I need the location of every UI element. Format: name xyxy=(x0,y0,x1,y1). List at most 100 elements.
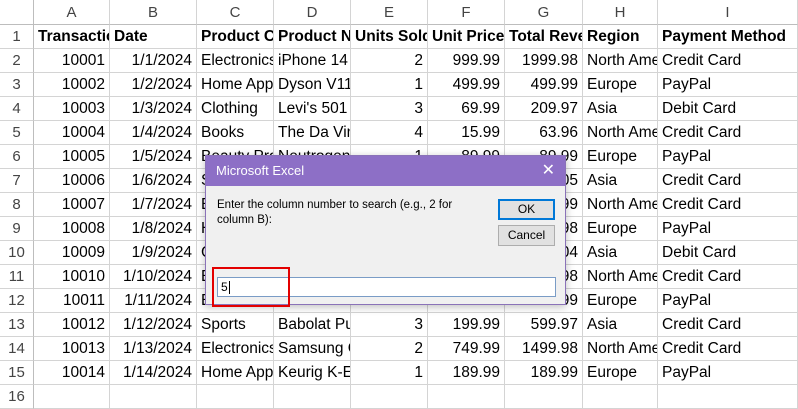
table-cell[interactable]: Levi's 501 xyxy=(274,97,351,121)
table-cell[interactable]: Electronics xyxy=(197,337,274,361)
table-cell[interactable]: 3 xyxy=(351,313,428,337)
table-cell[interactable] xyxy=(110,385,197,409)
table-cell[interactable]: Europe xyxy=(583,145,658,169)
table-cell[interactable]: 10008 xyxy=(34,217,110,241)
table-cell[interactable]: North America xyxy=(583,121,658,145)
table-cell[interactable]: Asia xyxy=(583,313,658,337)
table-cell[interactable] xyxy=(351,385,428,409)
table-cell[interactable]: iPhone 14 xyxy=(274,49,351,73)
column-header-e[interactable]: E xyxy=(351,0,428,25)
table-cell[interactable]: Debit Card xyxy=(658,241,798,265)
table-cell[interactable]: PayPal xyxy=(658,217,798,241)
table-cell[interactable]: 1/7/2024 xyxy=(110,193,197,217)
table-cell[interactable]: North America xyxy=(583,49,658,73)
column-header-f[interactable]: F xyxy=(428,0,505,25)
row-header-8[interactable]: 8 xyxy=(0,193,34,217)
table-cell[interactable]: 10004 xyxy=(34,121,110,145)
table-cell[interactable]: 199.99 xyxy=(428,313,505,337)
table-cell[interactable]: 10003 xyxy=(34,97,110,121)
table-cell[interactable]: Asia xyxy=(583,169,658,193)
table-cell[interactable]: 10001 xyxy=(34,49,110,73)
header-cell[interactable]: Region xyxy=(583,25,658,49)
header-cell[interactable]: Date xyxy=(110,25,197,49)
row-header-4[interactable]: 4 xyxy=(0,97,34,121)
table-cell[interactable]: 10014 xyxy=(34,361,110,385)
table-cell[interactable]: 1/4/2024 xyxy=(110,121,197,145)
row-header-1[interactable]: 1 xyxy=(0,25,34,49)
table-cell[interactable]: 2 xyxy=(351,337,428,361)
table-cell[interactable]: 499.99 xyxy=(505,73,583,97)
row-header-14[interactable]: 14 xyxy=(0,337,34,361)
table-cell[interactable]: Credit Card xyxy=(658,169,798,193)
table-cell[interactable]: Sports xyxy=(197,313,274,337)
table-cell[interactable]: Europe xyxy=(583,217,658,241)
table-cell[interactable]: North America xyxy=(583,193,658,217)
table-cell[interactable]: Credit Card xyxy=(658,265,798,289)
table-cell[interactable]: 10012 xyxy=(34,313,110,337)
table-cell[interactable]: 1 xyxy=(351,361,428,385)
header-cell[interactable]: Units Sold xyxy=(351,25,428,49)
table-cell[interactable]: 1/6/2024 xyxy=(110,169,197,193)
table-cell[interactable]: 1/10/2024 xyxy=(110,265,197,289)
table-cell[interactable]: 10011 xyxy=(34,289,110,313)
table-cell[interactable] xyxy=(428,385,505,409)
row-header-7[interactable]: 7 xyxy=(0,169,34,193)
table-cell[interactable]: Credit Card xyxy=(658,193,798,217)
table-cell[interactable]: 10010 xyxy=(34,265,110,289)
table-cell[interactable]: 1499.98 xyxy=(505,337,583,361)
row-header-6[interactable]: 6 xyxy=(0,145,34,169)
row-header-11[interactable]: 11 xyxy=(0,265,34,289)
row-header-16[interactable]: 16 xyxy=(0,385,34,409)
row-header-3[interactable]: 3 xyxy=(0,73,34,97)
table-cell[interactable]: Europe xyxy=(583,289,658,313)
dialog-title-bar[interactable]: Microsoft Excel xyxy=(206,156,565,186)
table-cell[interactable]: 10002 xyxy=(34,73,110,97)
table-cell[interactable]: 599.97 xyxy=(505,313,583,337)
row-header-12[interactable]: 12 xyxy=(0,289,34,313)
table-cell[interactable] xyxy=(658,385,798,409)
table-cell[interactable]: 63.96 xyxy=(505,121,583,145)
row-header-10[interactable]: 10 xyxy=(0,241,34,265)
table-cell[interactable]: 1999.98 xyxy=(505,49,583,73)
table-cell[interactable]: Samsung Galaxy xyxy=(274,337,351,361)
table-cell[interactable]: Clothing xyxy=(197,97,274,121)
table-cell[interactable]: 1/2/2024 xyxy=(110,73,197,97)
table-cell[interactable]: 1/3/2024 xyxy=(110,97,197,121)
table-cell[interactable] xyxy=(197,385,274,409)
table-cell[interactable]: Asia xyxy=(583,97,658,121)
table-cell[interactable]: 1/8/2024 xyxy=(110,217,197,241)
header-cell[interactable]: Unit Price xyxy=(428,25,505,49)
table-cell[interactable] xyxy=(505,385,583,409)
row-header-2[interactable]: 2 xyxy=(0,49,34,73)
table-cell[interactable] xyxy=(34,385,110,409)
table-cell[interactable]: 209.97 xyxy=(505,97,583,121)
ok-button[interactable]: OK xyxy=(498,199,555,220)
table-cell[interactable]: PayPal xyxy=(658,145,798,169)
column-header-g[interactable]: G xyxy=(505,0,583,25)
table-cell[interactable]: 189.99 xyxy=(505,361,583,385)
table-cell[interactable]: 1/11/2024 xyxy=(110,289,197,313)
table-cell[interactable]: North America xyxy=(583,265,658,289)
table-cell[interactable]: 189.99 xyxy=(428,361,505,385)
table-cell[interactable]: Europe xyxy=(583,361,658,385)
header-cell[interactable]: Product Category xyxy=(197,25,274,49)
table-cell[interactable]: Home Appliances xyxy=(197,361,274,385)
table-cell[interactable]: 10009 xyxy=(34,241,110,265)
table-cell[interactable]: Europe xyxy=(583,73,658,97)
table-cell[interactable]: 69.99 xyxy=(428,97,505,121)
header-cell[interactable]: Transaction ID xyxy=(34,25,110,49)
table-cell[interactable]: 3 xyxy=(351,97,428,121)
table-cell[interactable]: 999.99 xyxy=(428,49,505,73)
table-cell[interactable]: PayPal xyxy=(658,73,798,97)
row-header-13[interactable]: 13 xyxy=(0,313,34,337)
close-icon[interactable]: ✕ xyxy=(542,156,555,186)
table-cell[interactable]: PayPal xyxy=(658,289,798,313)
table-cell[interactable]: 1/12/2024 xyxy=(110,313,197,337)
row-header-5[interactable]: 5 xyxy=(0,121,34,145)
table-cell[interactable]: 10005 xyxy=(34,145,110,169)
column-header-d[interactable]: D xyxy=(274,0,351,25)
table-cell[interactable]: 10013 xyxy=(34,337,110,361)
table-cell[interactable]: 10007 xyxy=(34,193,110,217)
table-cell[interactable]: 1/14/2024 xyxy=(110,361,197,385)
table-cell[interactable]: Credit Card xyxy=(658,121,798,145)
